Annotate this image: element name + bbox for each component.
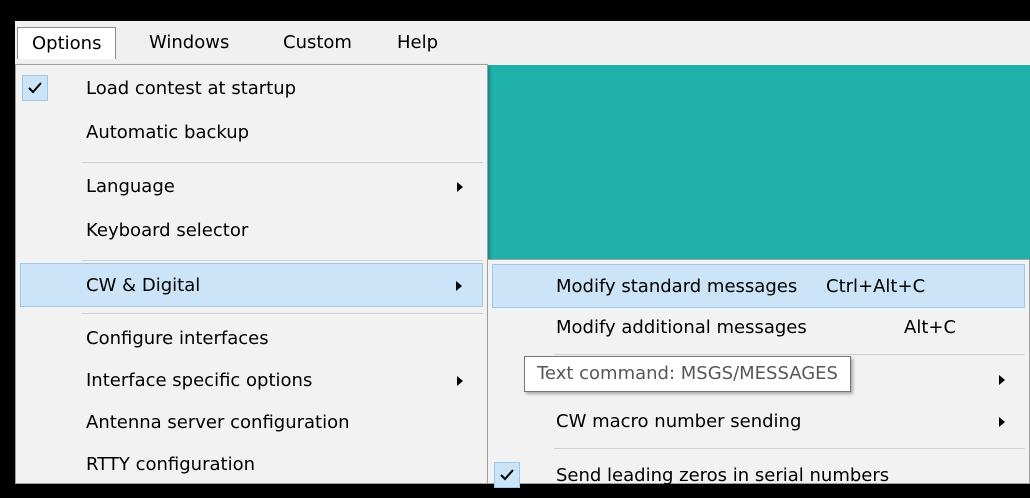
menu-item-interface-specific-options[interactable]: Interface specific options [20,359,483,403]
menu-options[interactable]: Options [17,27,117,59]
menu-item-label: Automatic backup [86,122,250,143]
submenu-arrow-icon [457,182,463,192]
menu-item-label: CW macro number sending [556,411,802,432]
menu-item-shortcut: Ctrl+Alt+C [826,276,926,297]
menu-item-label: Send leading zeros in serial numbers [556,465,890,486]
submenu-arrow-icon [999,375,1005,385]
menu-item-label: Antenna server configuration [86,412,350,433]
menu-separator [82,313,483,314]
menu-item-label: Configure interfaces [86,328,269,349]
submenu-arrow-icon [457,376,463,386]
menu-item-load-contest[interactable]: Load contest at startup [20,67,483,111]
menu-windows-label: Windows [149,32,230,53]
menu-item-label: RTTY configuration [86,454,255,475]
menu-separator [82,162,483,163]
menu-windows[interactable]: Windows [135,27,243,59]
menu-separator [554,448,1025,449]
menu-item-configure-interfaces[interactable]: Configure interfaces [20,317,483,361]
menu-item-modify-additional-messages[interactable]: Modify additional messages Alt+C [492,306,1025,350]
menu-item-language[interactable]: Language [20,165,483,209]
checkmark-icon [22,75,48,101]
menu-item-cw-digital[interactable]: CW & Digital [20,263,483,307]
menu-bar: Options Windows Custom Help [15,21,1030,66]
menu-item-automatic-backup[interactable]: Automatic backup [20,111,483,155]
menu-options-label: Options [32,33,102,54]
menu-item-modify-standard-messages[interactable]: Modify standard messages Ctrl+Alt+C [492,264,1025,308]
menu-item-label: Load contest at startup [86,78,297,99]
menu-item-cw-macro-number-sending[interactable]: CW macro number sending [492,400,1025,444]
menu-item-label: Keyboard selector [86,220,249,241]
menu-separator [82,260,483,261]
menu-item-shortcut: Alt+C [904,317,957,338]
menu-item-label: Interface specific options [86,370,313,391]
menu-separator [554,354,1025,355]
submenu-arrow-icon [456,281,462,291]
menu-help-label: Help [397,32,439,53]
menu-item-keyboard-selector[interactable]: Keyboard selector [20,209,483,253]
checkmark-icon [494,462,520,488]
menu-item-send-leading-zeros[interactable]: Send leading zeros in serial numbers [492,454,1025,498]
menu-item-antenna-server-configuration[interactable]: Antenna server configuration [20,401,483,445]
menu-help[interactable]: Help [383,27,452,59]
menu-item-label: Language [86,176,175,197]
menu-item-label: Modify additional messages [556,317,807,338]
menu-item-label: Modify standard messages [556,276,798,297]
submenu-arrow-icon [999,417,1005,427]
menu-custom[interactable]: Custom [269,27,366,59]
menu-custom-label: Custom [283,32,352,53]
tooltip: Text command: MSGS/MESSAGES [524,356,851,392]
menu-item-rtty-configuration[interactable]: RTTY configuration [20,443,483,487]
menu-item-label: CW & Digital [86,275,201,296]
tooltip-text: Text command: MSGS/MESSAGES [537,363,838,384]
options-menu: Load contest at startup Automatic backup… [15,64,488,484]
